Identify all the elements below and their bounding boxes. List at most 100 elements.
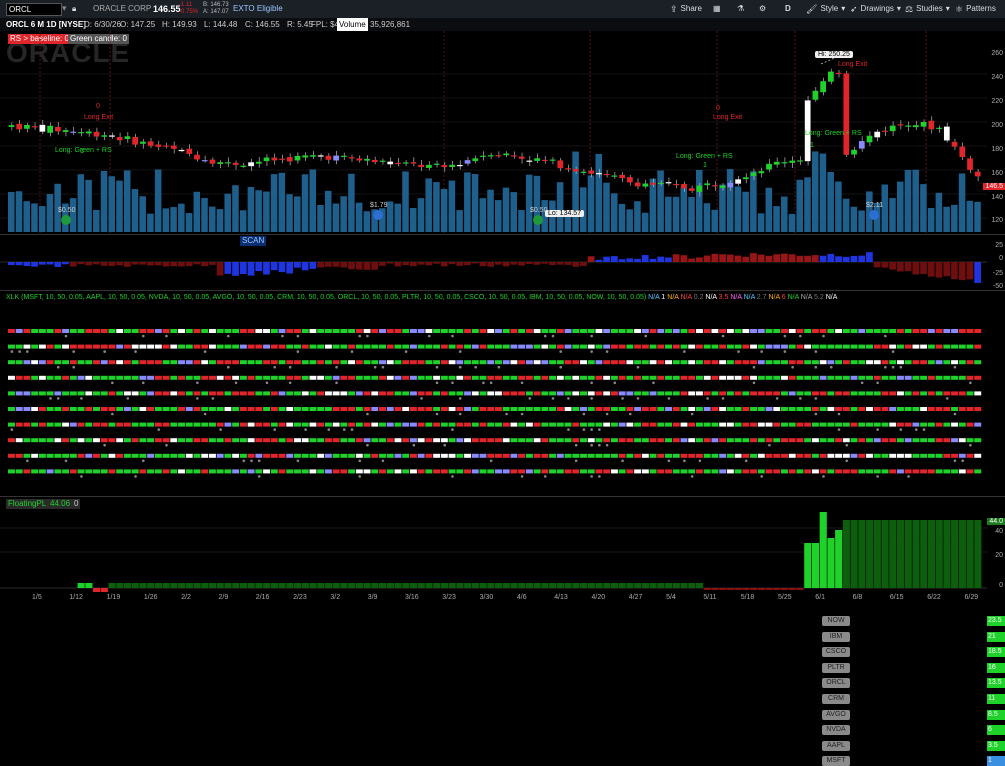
price-candle — [526, 160, 533, 162]
share-label: Share — [680, 4, 702, 13]
xlk-signal-cell — [371, 422, 379, 427]
style-button[interactable]: 🖌︎ Style ▾ — [806, 3, 845, 15]
chevron-down-icon[interactable]: ▾ — [62, 3, 67, 14]
xlk-signal-cell — [247, 469, 255, 474]
xlk-signal-cell — [379, 344, 386, 349]
xlk-signal-cell — [695, 438, 703, 443]
xlk-signal-cell — [750, 360, 758, 365]
xlk-signal-cell — [920, 344, 928, 349]
lock-icon[interactable]: 🔒︎ — [72, 3, 76, 15]
xlk-signal-cell — [719, 469, 727, 474]
xlk-panel[interactable]: XLK (MSFT, 10, 50, 0.05, AAPL, 10, 50, 0… — [0, 290, 1005, 766]
xlk-signal-cell — [131, 375, 139, 380]
xlk-signal-cell — [255, 329, 263, 333]
oscillator-chart[interactable] — [0, 235, 987, 290]
drawings-button[interactable]: ➶ Drawings ▾ — [850, 3, 901, 15]
volume-bar — [811, 151, 819, 232]
axis-tick-label: 0 — [999, 255, 1003, 262]
price-chart[interactable]: Long ExitLong: Green + RSLong ExitLong: … — [0, 31, 987, 233]
share-button[interactable]: ⇪ Share — [670, 3, 702, 15]
stock-label-pltr[interactable]: PLTR — [822, 662, 850, 673]
stock-label-msft[interactable]: MSFT — [822, 756, 850, 766]
stock-label-crm[interactable]: CRM — [822, 694, 850, 704]
interval-button[interactable]: D — [785, 3, 791, 15]
xlk-signal-cell — [912, 375, 920, 380]
stock-label-ibm[interactable]: IBM — [822, 631, 850, 642]
studies-button[interactable]: ⚖ Studies ▾ — [905, 3, 950, 15]
xlk-signal-cell — [301, 391, 309, 396]
xlk-signal-cell — [842, 453, 850, 458]
stock-label-csco[interactable]: CSCO — [822, 647, 850, 658]
price-candle — [93, 131, 100, 137]
patterns-button[interactable]: ⚛ Patterns — [955, 3, 996, 15]
xlk-signal-cell — [131, 391, 139, 396]
oscillator-bar — [54, 262, 62, 267]
flask-icon[interactable]: ⚗ — [737, 3, 744, 15]
xlk-signal-cell — [77, 391, 85, 396]
oscillator-bar — [703, 255, 711, 262]
stock-label-avgo[interactable]: AVGO — [822, 709, 850, 720]
xlk-chart[interactable] — [0, 291, 987, 496]
price-candle — [194, 154, 200, 160]
xlk-signal-cell — [974, 453, 982, 458]
price-candle — [603, 173, 610, 176]
xlk-signal-cell — [247, 407, 255, 411]
oscillator-panel[interactable]: SCAN 25 0 -25 -50 — [0, 234, 1005, 290]
stock-label-nvda[interactable]: NVDA — [822, 725, 850, 736]
time-axis[interactable]: 1/5 1/12 1/19 1/26 2/2 2/9 2/16 2/23 3/2 3/9 3/16 3… — [0, 593, 1005, 604]
oscillator-bar — [850, 255, 858, 262]
price-panel[interactable]: ORACLE RS > baseline: 0 Green candle: 0 … — [0, 31, 1005, 233]
exto-eligible-link[interactable]: EXTO Eligible — [233, 3, 283, 15]
floating-pl-chart[interactable] — [0, 497, 987, 593]
xlk-signal-cell — [178, 438, 185, 443]
xlk-signal-cell — [564, 422, 572, 427]
xlk-signal-cell — [448, 391, 456, 396]
stock-label-aapl[interactable]: AAPL — [822, 740, 850, 751]
xlk-signal-cell — [340, 375, 348, 380]
floating-pl-panel[interactable]: FloatingPL 44.06 0 40 20 0 44.0 — [0, 496, 1005, 593]
stock-label-now[interactable]: NOW — [822, 616, 850, 626]
xlk-signal-cell — [858, 469, 866, 474]
xlk-signal-cell — [541, 438, 549, 443]
xlk-signal-cell — [46, 453, 54, 458]
oscillator-axis[interactable]: 25 0 -25 -50 — [987, 235, 1005, 290]
volume-bar — [827, 171, 834, 232]
xlk-signal-cell — [479, 453, 487, 458]
xlk-signal-cell — [587, 438, 595, 443]
xlk-signal-cell — [757, 453, 765, 458]
xlk-signal-cell — [757, 469, 765, 474]
xlk-dot — [582, 412, 586, 416]
oscillator-bar — [348, 262, 355, 270]
floating-pl-axis[interactable]: 40 20 0 — [987, 497, 1005, 593]
price-candle — [54, 127, 61, 132]
price-candle — [418, 164, 425, 168]
xlk-signal-cell — [912, 329, 920, 333]
xlk-signal-cell — [147, 391, 155, 396]
stock-label-orcl[interactable]: ORCL — [822, 678, 850, 689]
xlk-signal-cell — [796, 360, 804, 365]
xlk-signal-cell — [610, 453, 618, 458]
oscillator-bar — [618, 259, 626, 262]
price-candle — [866, 135, 873, 143]
volume-bar — [487, 189, 494, 232]
price-axis[interactable]: 260 240 220 200 180 160 140 120 — [987, 31, 1005, 233]
xlk-signal-cell — [239, 438, 247, 443]
xlk-signal-cell — [147, 407, 155, 411]
volume-bar — [688, 196, 695, 232]
floating-pl-bar — [456, 583, 464, 588]
xlk-signal-cell — [417, 391, 425, 396]
price-candle — [317, 155, 324, 157]
grid-icon[interactable]: ▦ — [713, 3, 721, 15]
gear-icon[interactable]: ⚙ — [759, 3, 766, 15]
xlk-signal-cell — [657, 438, 665, 443]
xlk-signal-cell — [603, 329, 611, 333]
xlk-signal-cell — [695, 391, 703, 396]
oscillator-bar — [726, 254, 734, 262]
symbol-input[interactable] — [6, 3, 62, 16]
price-candle — [310, 155, 316, 157]
xlk-signal-cell — [100, 344, 108, 349]
xlk-signal-cell — [595, 453, 603, 458]
xlk-signal-cell — [711, 453, 719, 458]
xlk-signal-cell — [610, 422, 618, 427]
xlk-signal-cell — [974, 329, 982, 333]
